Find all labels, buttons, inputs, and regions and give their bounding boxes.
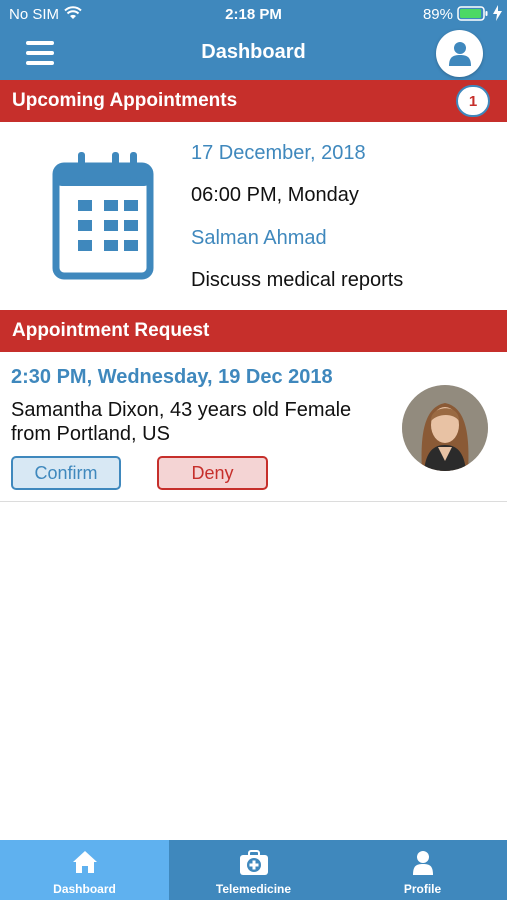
medical-kit-icon — [169, 850, 338, 876]
tab-profile[interactable]: Profile — [338, 840, 507, 900]
profile-avatar-button[interactable] — [436, 30, 483, 77]
tab-telemedicine[interactable]: Telemedicine — [169, 840, 338, 900]
upcoming-appointments-header: Upcoming Appointments 1 — [0, 80, 507, 122]
appointment-request-header: Appointment Request — [0, 310, 507, 352]
appointments-count-badge: 1 — [456, 85, 490, 117]
confirm-button[interactable]: Confirm — [11, 456, 121, 490]
charging-icon — [493, 5, 502, 25]
home-icon — [0, 850, 169, 874]
deny-button[interactable]: Deny — [157, 456, 268, 490]
appointment-patient-name: Salman Ahmad — [191, 227, 327, 249]
request-description: Samantha Dixon, 43 years old Female from… — [11, 399, 352, 445]
upcoming-appointment-card[interactable]: 17 December, 2018 06:00 PM, Monday Salma… — [0, 122, 507, 310]
page-title: Dashboard — [201, 41, 306, 63]
status-bar: No SIM 2:18 PM 89% — [0, 0, 507, 28]
nav-bar: Dashboard — [0, 28, 507, 80]
tab-bar: Dashboard Telemedicine Profile — [0, 840, 507, 900]
patient-photo — [402, 385, 488, 471]
user-icon — [448, 41, 471, 66]
appointment-request-title: Appointment Request — [12, 320, 210, 341]
tab-dashboard[interactable]: Dashboard — [0, 840, 169, 900]
tab-label: Telemedicine — [215, 882, 292, 896]
request-time: 2:30 PM, Wednesday, 19 Dec 2018 — [11, 366, 333, 388]
app-header: No SIM 2:18 PM 89% Dashboard — [0, 0, 507, 80]
calendar-icon — [52, 152, 154, 285]
appointment-date: 17 December, 2018 — [191, 142, 366, 164]
appointment-note: Discuss medical reports — [191, 269, 404, 291]
battery-icon — [457, 6, 489, 25]
tab-label: Dashboard — [53, 882, 116, 896]
upcoming-appointments-title: Upcoming Appointments — [12, 90, 238, 111]
battery-percent: 89% — [422, 6, 453, 23]
appointment-time: 06:00 PM, Monday — [191, 184, 359, 206]
user-icon — [338, 850, 507, 876]
appointment-request-card: 2:30 PM, Wednesday, 19 Dec 2018 Samantha… — [0, 352, 507, 502]
tab-label: Profile — [403, 882, 442, 896]
